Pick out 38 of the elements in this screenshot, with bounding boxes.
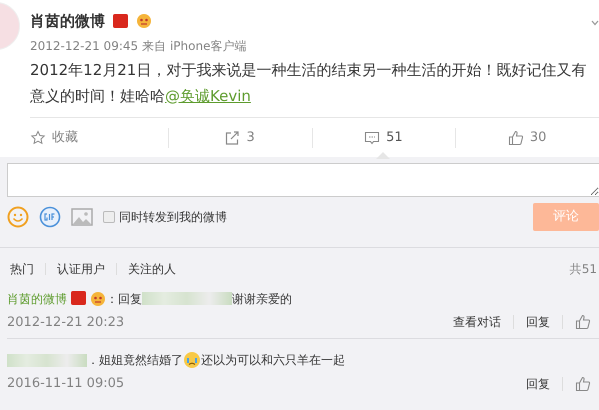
post-time[interactable]: 2012-12-21 09:45 bbox=[30, 36, 138, 54]
comment-action-link[interactable]: 查看对话 bbox=[453, 313, 501, 332]
filter-tab[interactable]: 认证用户 bbox=[57, 260, 105, 278]
smiley-icon bbox=[7, 206, 29, 228]
action-tab[interactable]: 3 bbox=[168, 118, 312, 158]
comment-icon bbox=[364, 130, 380, 146]
verified-badge-icon bbox=[113, 14, 128, 28]
action-tab[interactable]: 30 bbox=[455, 118, 599, 158]
comment-text: 还以为可以和六只羊在一起 bbox=[201, 352, 345, 369]
comment-action-link[interactable]: 回复 bbox=[526, 374, 550, 393]
emoji-icon bbox=[136, 13, 152, 30]
post-source: 来自 iPhone客户端 bbox=[142, 38, 246, 54]
checkbox-label[interactable]: 同时转发到我的微博 bbox=[119, 208, 227, 226]
comment-time: 2016-11-11 09:05 bbox=[7, 375, 124, 393]
verified-badge-icon bbox=[71, 290, 86, 304]
crying-emoji-icon bbox=[183, 351, 201, 369]
chevron-down-icon bbox=[591, 20, 599, 26]
thumbs-up-icon bbox=[508, 130, 524, 146]
image-icon bbox=[71, 206, 93, 226]
thumbs-up-icon bbox=[575, 314, 591, 330]
comment-input[interactable] bbox=[7, 162, 599, 196]
thumbs-up-icon bbox=[575, 376, 591, 392]
comment-count: 共51 bbox=[570, 260, 597, 278]
action-tab[interactable]: 收藏 bbox=[30, 118, 168, 158]
comment-text: ．姐姐竟然结婚了 bbox=[87, 352, 183, 369]
star-icon bbox=[30, 130, 46, 146]
author-name[interactable]: 肖茵的微博 bbox=[30, 10, 105, 32]
post-text: 2012年12月21日，对于我来说是一种生活的结束另一种生活的开始！既好记住又有意义的时间！娃哈哈@奂诚Kevin bbox=[30, 60, 588, 106]
comment-text: 谢谢亲爱的 bbox=[232, 290, 292, 308]
filter-tab[interactable]: 关注的人 bbox=[128, 260, 176, 278]
filter-tab[interactable]: 热门 bbox=[10, 260, 34, 278]
comment-time: 2012-12-21 20:23 bbox=[7, 314, 124, 332]
emoji-icon bbox=[90, 290, 106, 306]
gif-icon bbox=[39, 206, 61, 228]
checkbox[interactable] bbox=[103, 210, 115, 222]
share-icon bbox=[224, 130, 240, 146]
comment-text: ：回复 bbox=[106, 290, 142, 308]
comment-action-link[interactable]: 回复 bbox=[526, 313, 550, 332]
